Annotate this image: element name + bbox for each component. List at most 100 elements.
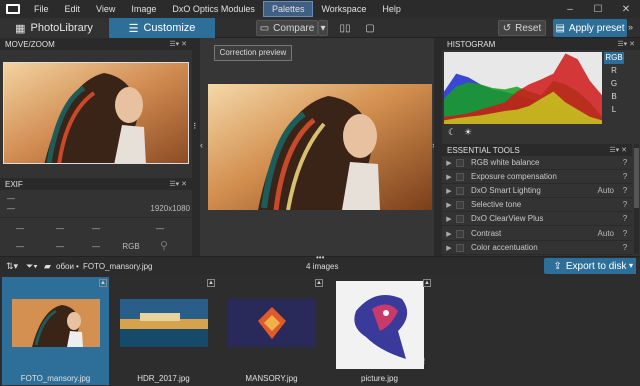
filter-icon[interactable]: ⏷▾ xyxy=(26,261,38,272)
channel-g[interactable]: G xyxy=(604,77,624,90)
histogram-chart xyxy=(444,52,602,124)
tool-row-exposure-compensation[interactable]: ▶ Exposure compensation? xyxy=(442,170,632,184)
tool-row-selective-tone[interactable]: ▶ Selective tone? xyxy=(442,198,632,212)
thumbnail-label: FOTO_mansory.jpg xyxy=(20,374,91,383)
tool-value: Auto xyxy=(597,186,614,195)
move-zoom-header: MOVE/ZOOM ☰▾ ✕ xyxy=(0,38,192,50)
tool-toggle[interactable] xyxy=(456,200,464,209)
flash-icon: ⚲ xyxy=(160,240,169,252)
tool-row-clearview-plus[interactable]: ▶ DxO ClearView Plus? xyxy=(442,212,632,226)
menu-optics-modules[interactable]: DxO Optics Modules xyxy=(164,1,263,17)
panel-menu-icon[interactable]: ☰▾ ✕ xyxy=(617,40,635,48)
navigator-preview[interactable] xyxy=(3,62,189,164)
filmstrip-resize-handle[interactable]: ••• xyxy=(316,253,324,262)
sun-icon[interactable]: ☀ xyxy=(464,127,472,138)
help-icon[interactable]: ? xyxy=(618,229,632,238)
menu-file[interactable]: File xyxy=(26,1,57,17)
help-icon[interactable]: ? xyxy=(618,214,632,223)
tool-toggle[interactable] xyxy=(456,158,464,167)
help-icon[interactable]: ? xyxy=(618,200,632,209)
histogram-title: HISTOGRAM xyxy=(447,39,496,49)
expand-icon[interactable]: ▶ xyxy=(442,244,456,252)
tool-row-smart-lighting[interactable]: ▶ DxO Smart Lighting Auto? xyxy=(442,184,632,198)
tool-row-rgb-white-balance[interactable]: ▶ RGB white balance? xyxy=(442,156,632,170)
current-file-name: FOTO_mansory.jpg xyxy=(83,262,153,271)
tool-toggle[interactable] xyxy=(456,186,464,195)
preset-icon: ▤ xyxy=(555,22,565,34)
exif-cell: — xyxy=(16,242,24,251)
tools-scrollbar[interactable] xyxy=(634,144,639,254)
main-photo[interactable] xyxy=(208,84,432,210)
panel-menu-icon[interactable]: ☰▾ ✕ xyxy=(169,180,187,188)
right-splitter[interactable] xyxy=(434,38,442,256)
menu-image[interactable]: Image xyxy=(123,1,164,17)
toolbar-overflow-icon[interactable]: » xyxy=(628,22,633,32)
menu-edit[interactable]: Edit xyxy=(57,1,89,17)
help-icon[interactable]: ? xyxy=(618,186,632,195)
panel-menu-icon[interactable]: ☰▾ ✕ xyxy=(169,40,187,48)
image-viewer[interactable]: Correction preview ‹ › xyxy=(200,38,435,256)
help-icon[interactable]: ? xyxy=(618,158,632,167)
collapse-left-icon[interactable]: ⠇ xyxy=(193,122,199,131)
apply-preset-button[interactable]: ▤ Apply preset xyxy=(553,19,627,37)
exif-divider xyxy=(0,217,192,218)
thumbnail[interactable]: ▲ FOTO_mansory.jpg xyxy=(2,277,109,385)
maximize-icon[interactable]: ☐ xyxy=(584,4,612,15)
expand-icon[interactable]: ▶ xyxy=(442,159,456,167)
tab-customize[interactable]: ☰ Customize xyxy=(109,18,215,38)
edited-badge-icon: ▲ xyxy=(315,279,323,287)
compare-dropdown[interactable]: ▾ xyxy=(318,20,328,36)
channel-r[interactable]: R xyxy=(604,64,624,77)
fullscreen-button[interactable]: ▢ xyxy=(362,20,378,36)
reset-button[interactable]: ↺ Reset xyxy=(498,20,546,36)
expand-icon[interactable]: ▶ xyxy=(442,173,456,181)
expand-icon[interactable]: ▶ xyxy=(442,201,456,209)
thumbnail-label: MANSORY.jpg xyxy=(245,374,298,383)
expand-icon[interactable]: ▶ xyxy=(442,215,456,223)
channel-l[interactable]: L xyxy=(604,103,624,116)
prev-image-icon[interactable]: ‹ xyxy=(200,140,203,150)
tool-name: DxO Smart Lighting xyxy=(471,186,541,195)
channel-b[interactable]: B xyxy=(604,90,624,103)
essential-tools-header: ESSENTIAL TOOLS ☰▾ ✕ xyxy=(442,144,632,156)
tool-toggle[interactable] xyxy=(456,214,464,223)
menu-view[interactable]: View xyxy=(88,1,123,17)
panel-menu-icon[interactable]: ☰▾ ✕ xyxy=(609,146,627,154)
tool-toggle[interactable] xyxy=(456,172,464,181)
thumbnail[interactable]: ▲ ! picture.jpg xyxy=(326,277,433,385)
help-icon[interactable]: ? xyxy=(618,243,632,252)
sort-icon[interactable]: ⇅▾ xyxy=(6,261,18,272)
menu-palettes[interactable]: Palettes xyxy=(262,1,314,17)
export-dropdown-icon[interactable]: ▾ xyxy=(626,258,636,274)
moon-icon[interactable]: ☾ xyxy=(448,127,456,138)
left-splitter[interactable]: ⠇ xyxy=(192,38,200,256)
compare-icon: ▭ xyxy=(259,22,270,34)
correction-preview-button[interactable]: Correction preview xyxy=(214,45,292,61)
compare-button[interactable]: ▭ Compare xyxy=(256,20,318,36)
export-to-disk-button[interactable]: ⇪ Export to disk xyxy=(544,258,636,274)
thumbnail[interactable]: ▲ MANSORY.jpg xyxy=(218,277,325,385)
reset-icon: ↺ xyxy=(502,22,512,34)
exif-cell: — xyxy=(92,242,100,251)
tool-toggle[interactable] xyxy=(456,243,464,252)
tool-toggle[interactable] xyxy=(456,229,464,238)
tools-scrollbar-thumb[interactable] xyxy=(634,148,639,208)
split-view-button[interactable]: ▯▯ xyxy=(336,20,354,36)
folder-name[interactable]: обои xyxy=(56,262,74,271)
thumbnail[interactable]: ▲ HDR_2017.jpg xyxy=(110,277,217,385)
help-icon[interactable]: ? xyxy=(618,172,632,181)
menu-help[interactable]: Help xyxy=(374,1,409,17)
channel-rgb[interactable]: RGB xyxy=(604,52,624,64)
expand-icon[interactable]: ▶ xyxy=(442,230,456,238)
tool-row-contrast[interactable]: ▶ Contrast Auto? xyxy=(442,227,632,241)
menu-workspace[interactable]: Workspace xyxy=(313,1,374,17)
expand-icon[interactable]: ▶ xyxy=(442,187,456,195)
close-icon[interactable]: ✕ xyxy=(612,4,640,15)
tool-row-color-accentuation[interactable]: ▶ Color accentuation? xyxy=(442,241,632,255)
thumbnail-label: HDR_2017.jpg xyxy=(137,374,190,383)
chevron-down-icon: ▾ xyxy=(320,22,326,34)
minimize-icon[interactable]: – xyxy=(556,4,584,15)
breadcrumb-separator: • xyxy=(76,262,79,271)
reset-label: Reset xyxy=(515,22,542,34)
tab-photolibrary[interactable]: ▦ PhotoLibrary xyxy=(0,18,108,38)
